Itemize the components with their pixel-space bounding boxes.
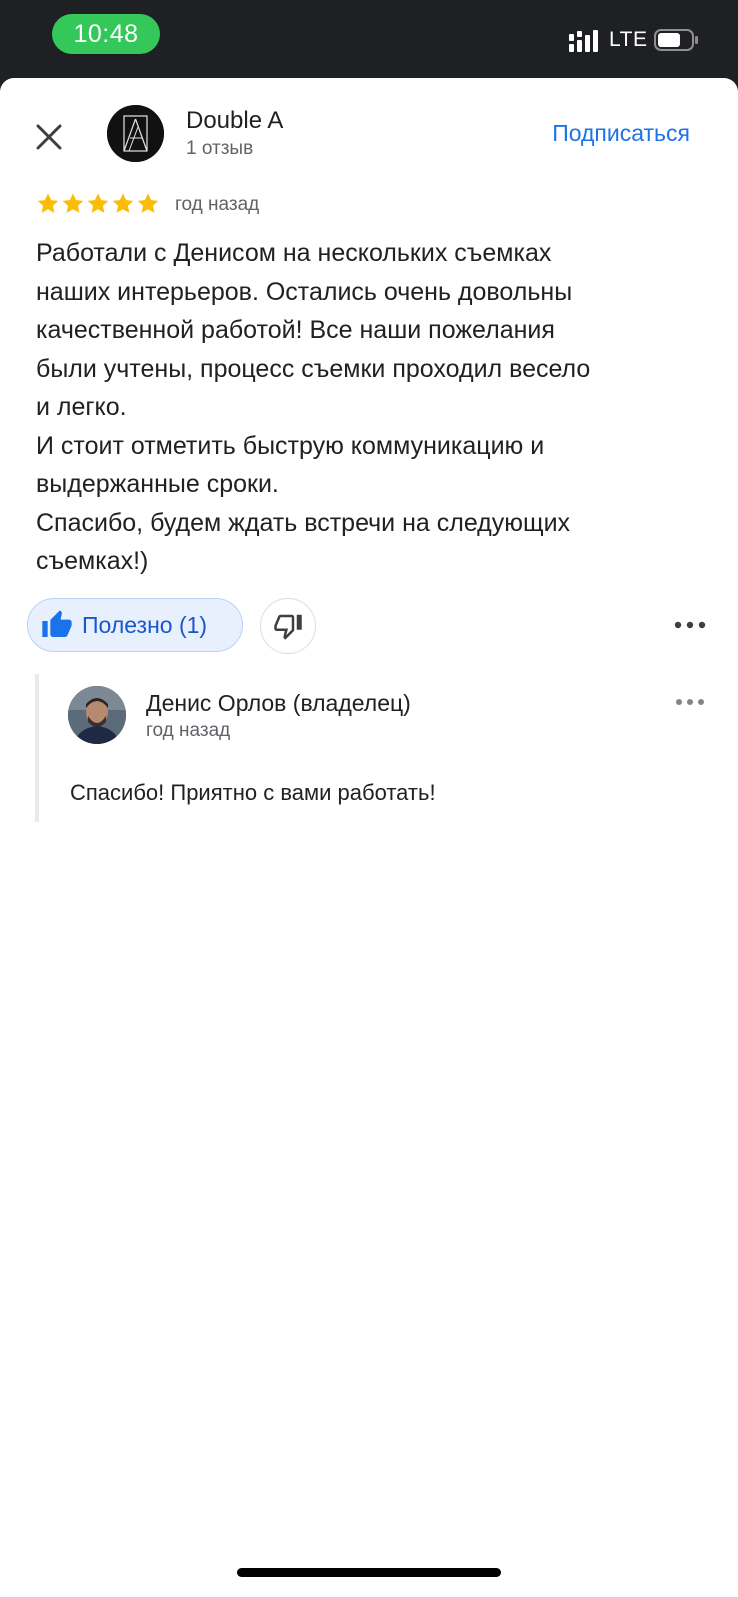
star-icon xyxy=(137,193,159,213)
thumb-up-icon xyxy=(42,610,72,637)
owner-name[interactable]: Денис Орлов (владелец) xyxy=(146,688,411,718)
reviewer-avatar[interactable] xyxy=(107,105,164,162)
signal-bars-icon xyxy=(569,30,598,52)
close-icon xyxy=(36,124,62,150)
status-bar: 10:48 LTE xyxy=(0,0,738,78)
star-icon xyxy=(62,193,84,213)
double-a-logo-icon xyxy=(107,105,164,162)
owner-reply-time: год назад xyxy=(146,720,231,741)
subscribe-button[interactable]: Подписаться xyxy=(510,116,690,150)
network-label: LTE xyxy=(609,28,648,51)
thumb-down-icon xyxy=(274,614,302,640)
reply-more-icon[interactable] xyxy=(673,692,709,712)
reviewer-name[interactable]: Double A xyxy=(186,106,283,136)
star-icon xyxy=(112,193,134,213)
helpful-label: Полезно (1) xyxy=(82,611,208,638)
close-button[interactable] xyxy=(30,118,68,156)
star-icon xyxy=(87,193,109,213)
not-helpful-button[interactable] xyxy=(260,598,316,654)
review-sheet: Double A 1 отзыв Подписаться год назад Р… xyxy=(0,78,738,1597)
battery-icon xyxy=(654,29,698,51)
home-indicator[interactable] xyxy=(237,1568,501,1577)
review-time: год назад xyxy=(175,194,260,215)
star-icon xyxy=(37,193,59,213)
review-count: 1 отзыв xyxy=(186,138,254,159)
helpful-button[interactable]: Полезно (1) xyxy=(27,598,243,652)
more-icon[interactable] xyxy=(672,614,712,636)
owner-reply-text: Спасибо! Приятно с вами работать! xyxy=(70,780,436,805)
owner-reply: Денис Орлов (владелец) год назад Спасибо… xyxy=(35,674,719,822)
owner-photo-icon xyxy=(68,686,126,744)
owner-avatar[interactable] xyxy=(68,686,126,744)
rating-stars xyxy=(36,192,160,218)
review-text: Работали с Денисом на нескольких съемках… xyxy=(36,239,591,575)
status-time[interactable]: 10:48 xyxy=(52,14,160,54)
